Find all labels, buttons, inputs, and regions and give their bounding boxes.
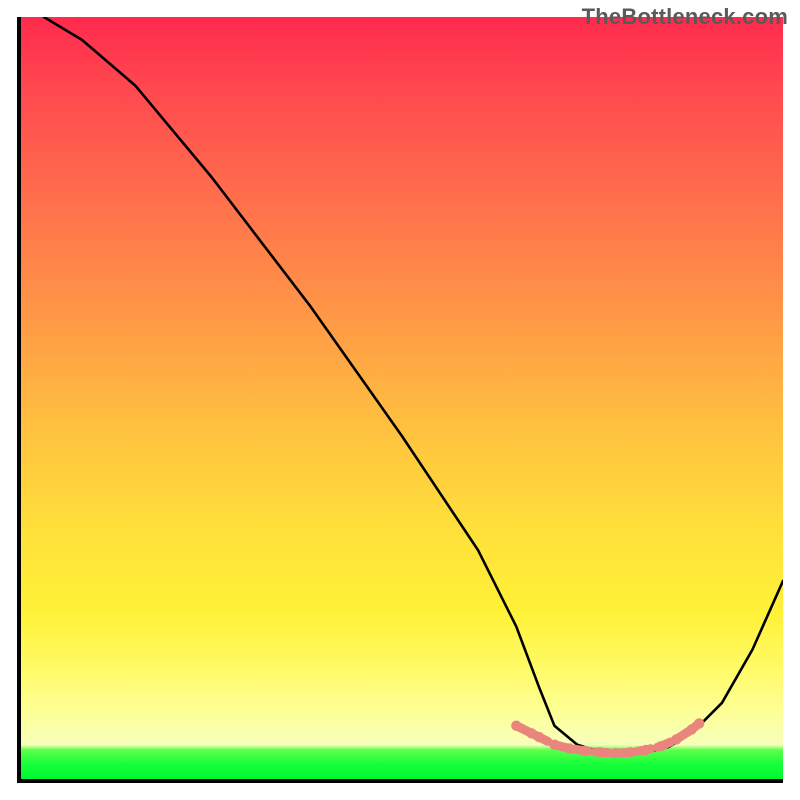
optimal-range-dot: [549, 740, 559, 750]
optimal-range-dot: [656, 741, 666, 751]
bottleneck-curve: [44, 17, 783, 753]
optimal-range-dot: [595, 747, 605, 757]
optimal-range-markers: [511, 718, 704, 758]
chart-stage: TheBottleneck.com: [0, 0, 800, 800]
optimal-range-dot: [694, 718, 704, 728]
optimal-range-dot: [564, 743, 574, 753]
optimal-range-dot: [641, 745, 651, 755]
optimal-range-dot: [534, 732, 544, 742]
optimal-range-dot: [625, 747, 635, 757]
optimal-range-dot: [671, 734, 681, 744]
optimal-range-dot: [610, 748, 620, 758]
watermark-text: TheBottleneck.com: [582, 4, 788, 30]
plot-area: [17, 17, 783, 783]
optimal-range-dot: [580, 746, 590, 756]
chart-svg: [21, 17, 783, 779]
optimal-range-dot: [511, 721, 521, 731]
